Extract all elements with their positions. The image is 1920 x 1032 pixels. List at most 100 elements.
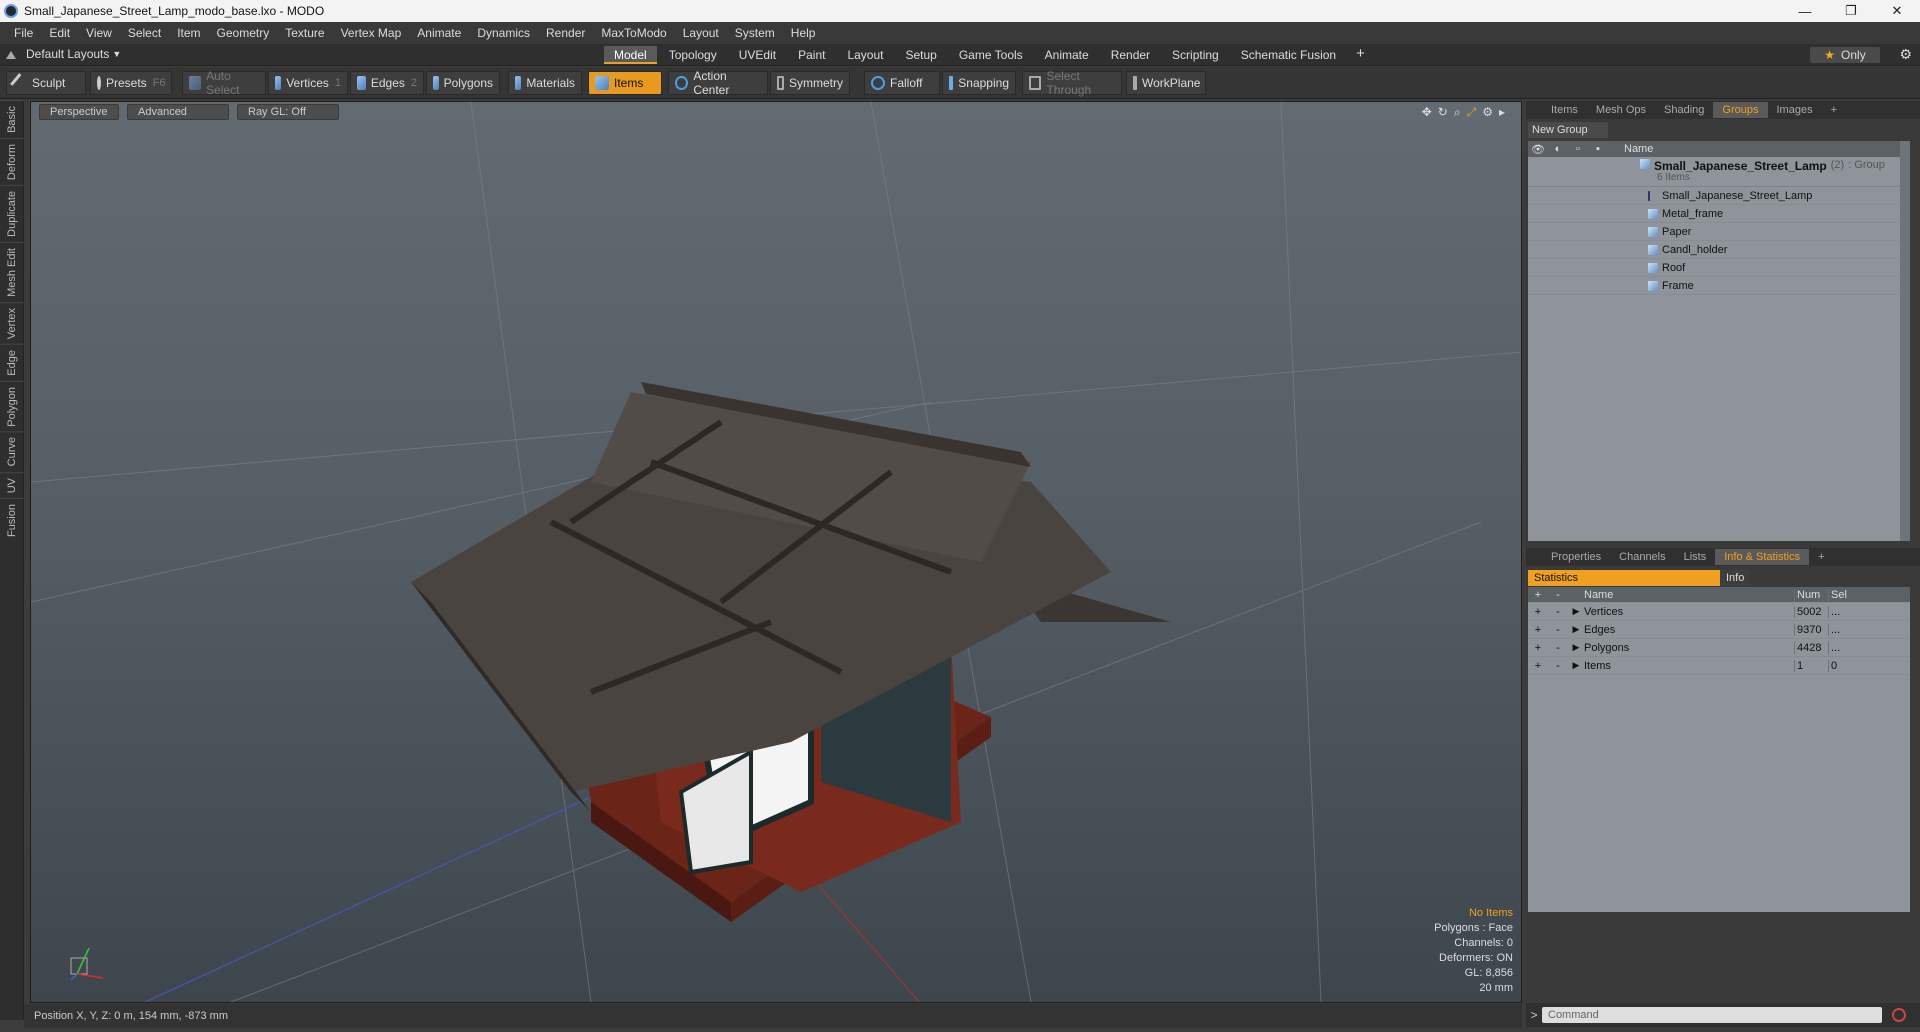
menu-render[interactable]: Render [538,26,593,40]
add-icon[interactable]: + [1528,624,1548,636]
table-row[interactable]: + - ▶ Polygons 4428 ... [1528,639,1910,657]
new-group-button[interactable]: New Group [1528,122,1608,138]
tab-render[interactable]: Render [1101,46,1160,64]
info-tab[interactable]: Info [1720,570,1751,586]
sculpt-button[interactable]: Sculpt [6,71,86,95]
tab-images[interactable]: Images [1768,102,1822,118]
rotate-view-icon[interactable]: ↻ [1438,105,1448,120]
list-item[interactable]: Paper [1528,223,1910,241]
tab-model[interactable]: Model [604,46,657,64]
expand-icon[interactable]: ▶ [1568,606,1584,617]
left-tab-vertex[interactable]: Vertex [0,301,24,344]
tab-channels[interactable]: Channels [1610,549,1674,565]
tab-layout[interactable]: Layout [837,46,893,64]
tab-schematic-fusion[interactable]: Schematic Fusion [1231,46,1346,64]
left-tab-deform[interactable]: Deform [0,137,24,185]
left-tab-edge[interactable]: Edge [0,343,24,381]
tab-properties[interactable]: Properties [1542,549,1610,565]
snapping-button[interactable]: Snapping [942,71,1016,95]
list-item[interactable]: Roof [1528,259,1910,277]
tab-groups[interactable]: Groups [1713,102,1768,118]
tab-animate[interactable]: Animate [1035,46,1099,64]
table-row[interactable]: + - ▶ Edges 9370 ... [1528,621,1910,639]
only-button[interactable]: ★ Only [1810,47,1880,63]
select-col-icon[interactable]: ▪ [1588,143,1608,155]
menu-help[interactable]: Help [783,26,824,40]
command-input[interactable]: Command [1542,1007,1882,1023]
add-all-icon[interactable]: + [1528,589,1548,601]
left-tab-basic[interactable]: Basic [0,100,24,138]
fit-view-icon[interactable]: ⤢ [1467,105,1477,120]
materials-button[interactable]: Materials [508,71,582,95]
left-tab-polygon[interactable]: Polygon [0,380,24,432]
group-visibility-toggles[interactable] [1528,159,1612,173]
group-row[interactable]: Small_Japanese_Street_Lamp (2) : Group 6… [1528,157,1910,187]
gear-icon[interactable]: ⚙ [1899,46,1912,63]
menu-texture[interactable]: Texture [277,26,332,40]
edges-button[interactable]: Edges 2 [350,71,424,95]
view-mode-dropdown[interactable]: Perspective [39,104,119,120]
menu-file[interactable]: File [6,26,41,40]
tab-info-statistics[interactable]: Info & Statistics [1715,549,1810,565]
table-row[interactable]: + - ▶ Vertices 5002 ... [1528,603,1910,621]
tab-mesh-ops[interactable]: Mesh Ops [1587,102,1655,118]
tab-shading[interactable]: Shading [1655,102,1713,118]
minimize-button[interactable]: — [1782,0,1828,22]
menu-select[interactable]: Select [120,26,169,40]
move-view-icon[interactable]: ✥ [1422,105,1432,120]
menu-animate[interactable]: Animate [409,26,469,40]
select-through-button[interactable]: Select Through [1022,69,1122,97]
left-tab-duplicate[interactable]: Duplicate [0,184,24,242]
menu-view[interactable]: View [78,26,120,40]
tab-uvedit[interactable]: UVEdit [729,46,786,64]
tab-game-tools[interactable]: Game Tools [949,46,1033,64]
presets-button[interactable]: Presets F6 [90,71,172,95]
menu-item[interactable]: Item [169,26,208,40]
viewport-expand-icon[interactable]: ▸ [1499,105,1505,120]
add-panel-tab-button[interactable]: + [1822,102,1846,118]
vertices-button[interactable]: Vertices 1 [268,71,348,95]
list-item[interactable]: Candl_holder [1528,241,1910,259]
falloff-button[interactable]: Falloff [864,71,940,95]
add-icon[interactable]: + [1528,606,1548,618]
table-row[interactable]: + - ▶ Items 1 0 [1528,657,1910,675]
action-center-button[interactable]: Action Center [668,69,768,97]
symmetry-button[interactable]: Symmetry [770,71,850,95]
workplane-button[interactable]: WorkPlane [1126,71,1206,95]
tab-topology[interactable]: Topology [659,46,727,64]
left-tab-uv[interactable]: UV [0,471,24,499]
remove-icon[interactable]: - [1548,624,1568,636]
tab-lists[interactable]: Lists [1675,549,1716,565]
render-col-icon[interactable]: ◐ [1548,143,1568,155]
left-tab-fusion[interactable]: Fusion [0,498,24,543]
lock-col-icon[interactable]: ▫ [1568,143,1588,155]
remove-icon[interactable]: - [1548,606,1568,618]
items-button[interactable]: Items [588,71,662,95]
menu-geometry[interactable]: Geometry [209,26,278,40]
visibility-col-icon[interactable]: 👁 [1528,143,1548,156]
groups-scrollbar[interactable] [1900,141,1910,541]
add-tab-button[interactable]: + [1348,46,1373,64]
record-icon[interactable] [1892,1008,1906,1022]
close-button[interactable]: ✕ [1874,0,1920,22]
3d-viewport[interactable]: Perspective Advanced Ray GL: Off ✥ ↻ ⌕ ⤢… [30,101,1522,1003]
left-tab-mesh-edit[interactable]: Mesh Edit [0,241,24,302]
raygl-dropdown[interactable]: Ray GL: Off [237,104,339,120]
expand-icon[interactable]: ▶ [1568,660,1584,671]
remove-icon[interactable]: - [1548,660,1568,672]
tab-setup[interactable]: Setup [895,46,946,64]
advanced-dropdown[interactable]: Advanced [127,104,229,120]
auto-select-button[interactable]: Auto Select [182,69,266,97]
list-item[interactable]: Small_Japanese_Street_Lamp [1528,187,1910,205]
expand-icon[interactable]: ▶ [1568,642,1584,653]
maximize-button[interactable]: ❐ [1828,0,1874,22]
menu-edit[interactable]: Edit [41,26,78,40]
statistics-tab[interactable]: Statistics [1528,570,1720,586]
add-panel-tab-button[interactable]: + [1809,549,1833,565]
add-icon[interactable]: + [1528,642,1548,654]
zoom-view-icon[interactable]: ⌕ [1454,105,1461,120]
remove-icon[interactable]: - [1548,642,1568,654]
menu-layout[interactable]: Layout [675,26,727,40]
tab-items[interactable]: Items [1542,102,1587,118]
remove-all-icon[interactable]: - [1548,589,1568,601]
